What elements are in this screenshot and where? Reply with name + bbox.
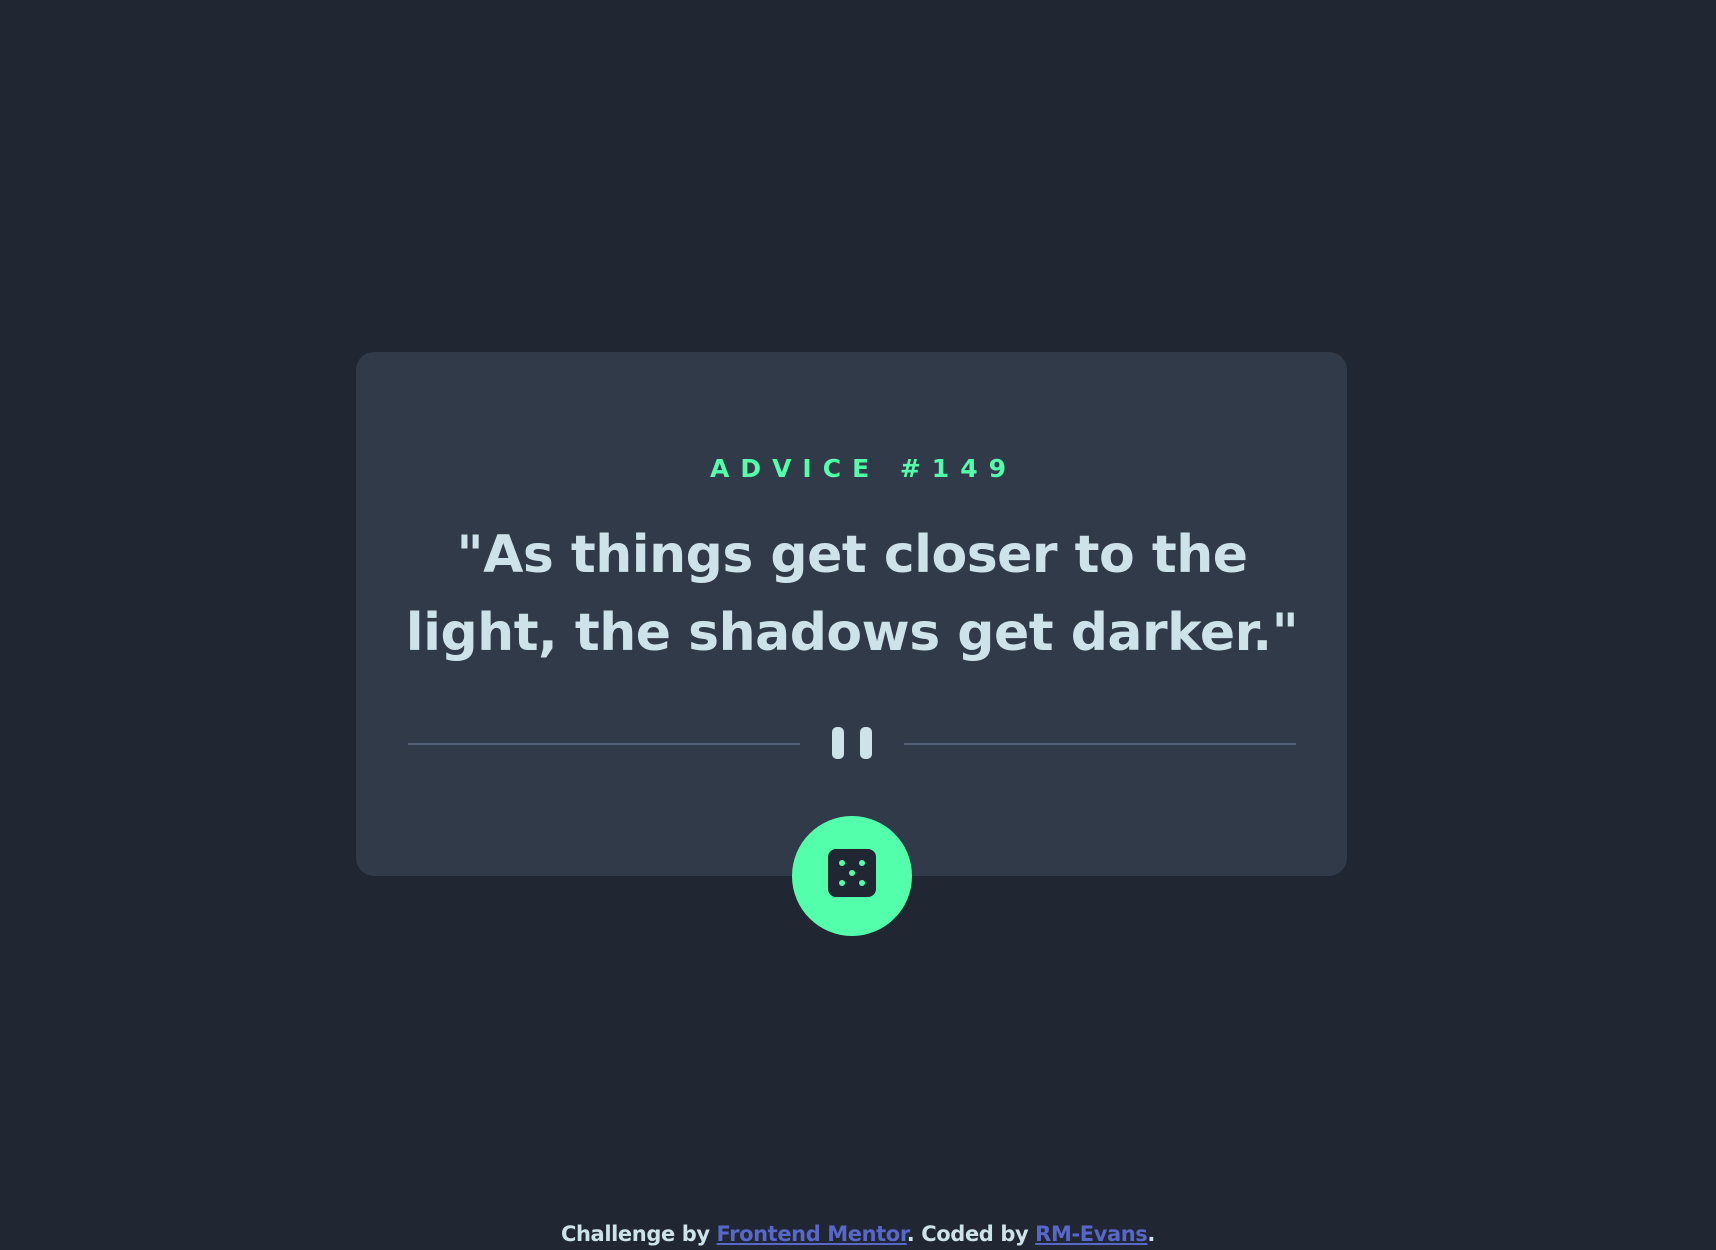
new-advice-button[interactable] [792, 816, 912, 936]
pause-bar-right [860, 727, 872, 759]
attribution: Challenge by Frontend Mentor. Coded by R… [0, 1220, 1716, 1248]
dice-pip [839, 880, 845, 886]
attribution-suffix: . [1147, 1222, 1155, 1246]
dice-icon [828, 849, 876, 897]
dice-pip [859, 880, 865, 886]
attribution-middle: . Coded by [906, 1222, 1036, 1246]
page: ADVICE #149 "As things get closer to the… [0, 0, 1716, 1250]
pause-bar-left [832, 727, 844, 759]
author-link[interactable]: RM-Evans [1035, 1222, 1148, 1246]
dice-pip [849, 870, 855, 876]
pause-icon [832, 727, 874, 759]
divider-line-right [904, 743, 1296, 745]
dice-pip [839, 860, 845, 866]
advice-number: ADVICE #149 [709, 454, 1017, 483]
dice-pip [859, 860, 865, 866]
attribution-prefix: Challenge by [561, 1222, 717, 1246]
divider-line-left [408, 743, 800, 745]
advice-quote: "As things get closer to the light, the … [405, 525, 1299, 663]
frontend-mentor-link[interactable]: Frontend Mentor [717, 1222, 908, 1246]
